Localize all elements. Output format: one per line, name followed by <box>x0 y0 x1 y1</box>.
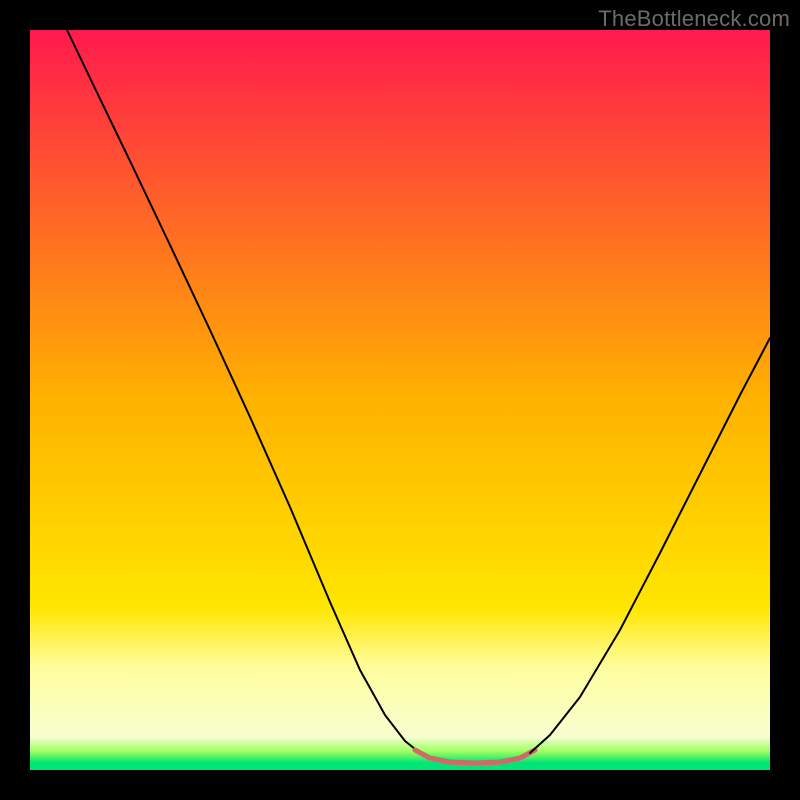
chart-svg <box>30 30 770 770</box>
gradient-background <box>30 30 770 770</box>
chart-frame: TheBottleneck.com <box>0 0 800 800</box>
plot-area <box>30 30 770 770</box>
watermark-text: TheBottleneck.com <box>598 6 790 32</box>
